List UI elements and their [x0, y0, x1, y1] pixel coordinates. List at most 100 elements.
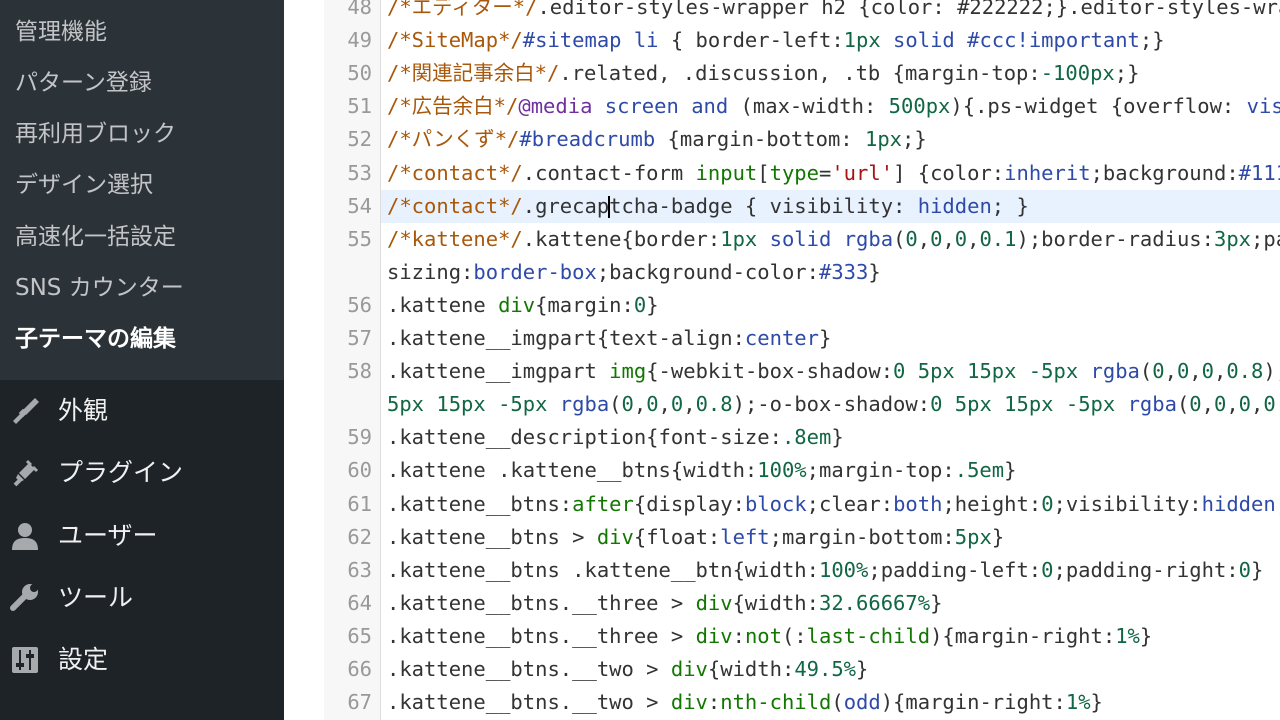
code-token: .kattene__btns .kattene__btn{width: [387, 557, 819, 582]
code-line[interactable]: .kattene__btns.__two > div{width:49.5%} [387, 653, 868, 686]
line-number: 65 [347, 623, 372, 648]
menu-item[interactable]: ユーザー [0, 508, 284, 564]
code-token: ] {color: [893, 160, 1005, 185]
code-line[interactable]: /*エディター*/.editor-styles-wrapper h2 {colo… [387, 0, 1280, 24]
code-token: div [695, 590, 733, 615]
code-token: /*関連記事余白*/ [387, 61, 560, 86]
code-line[interactable]: .kattene__btns .kattene__btn{width:100%;… [387, 554, 1263, 587]
code-line[interactable]: .kattene__imgpart{text-align:center} [387, 322, 831, 355]
code-line[interactable]: .kattene__btns > div{float:left;margin-b… [387, 521, 1004, 554]
line-number: 64 [347, 590, 372, 615]
code-token: , [1226, 392, 1239, 417]
submenu-item[interactable]: 高速化一括設定 [15, 217, 176, 257]
code-token: .kattene [387, 292, 499, 317]
code-line[interactable]: /*contact*/.contact-form input[type='url… [387, 157, 1280, 190]
line-number: 54 [347, 193, 372, 218]
code-token: = [819, 160, 832, 185]
code-token: ;background-color: [596, 259, 819, 284]
code-token: ( [1176, 392, 1190, 417]
code-token: {display: [633, 491, 745, 516]
code-token: not [744, 623, 782, 648]
code-line[interactable]: .kattene__btns.__three > div{width:32.66… [387, 587, 942, 620]
code-line[interactable]: 5px 15px -5px rgba(0,0,0,0.8);-o-box-sha… [387, 388, 1280, 421]
code-line[interactable]: /*関連記事余白*/.related, .discussion, .tb {ma… [387, 57, 1139, 90]
code-token: 0 [1201, 359, 1214, 384]
submenu-item[interactable]: 子テーマの編集 [15, 319, 176, 359]
submenu-item[interactable]: 管理機能 [15, 12, 107, 52]
code-token: );-o-box-shadow: [732, 392, 931, 417]
menu-item[interactable]: プラグイン [0, 445, 284, 501]
submenu-item[interactable]: デザイン選択 [15, 165, 153, 205]
code-line[interactable]: /*contact*/.grecaptcha-badge { visibilit… [387, 190, 1029, 223]
line-number: 57 [347, 326, 372, 350]
submenu-item[interactable]: SNS カウンター [15, 268, 184, 308]
code-token: left [720, 524, 770, 549]
code-line[interactable]: .kattene__btns:after{display:block;clear… [387, 488, 1280, 521]
code-token: 0 [930, 226, 943, 251]
menu-item[interactable]: 外観 [0, 383, 284, 439]
code-line[interactable]: /*kattene*/.kattene{border:1px solid rgb… [387, 223, 1280, 256]
code-token: 5px [954, 524, 992, 549]
code-line[interactable]: .kattene__description{font-size:.8em} [387, 421, 844, 454]
code-editor[interactable]: 48 /*エディター*/.editor-styles-wrapper h2 {co… [284, 0, 1280, 720]
code-line[interactable]: /*広告余白*/@media screen and (max-width: 50… [387, 90, 1280, 123]
code-token: ( [1139, 359, 1153, 384]
line-number: 62 [347, 524, 372, 549]
code-token: {width: [732, 590, 819, 615]
code-token: .kattene__imgpart{text-align: [387, 326, 745, 350]
code-token: .8em [781, 425, 832, 450]
code-token: rgba [1127, 392, 1177, 417]
code-token: , [1213, 359, 1227, 384]
code-line[interactable]: sizing:border-box;background-color:#333} [387, 256, 881, 289]
menu-item[interactable]: ツール [0, 570, 284, 626]
code-token: sizing: [387, 259, 474, 284]
code-token: , [1251, 392, 1264, 417]
code-token: } [1139, 623, 1153, 648]
menu-item-label: 設定 [58, 645, 109, 674]
submenu-item[interactable]: パターン登録 [15, 63, 152, 103]
code-token: rgba [843, 226, 894, 251]
code-token: #sitemap li [522, 28, 659, 53]
menu-item-label: 外観 [58, 396, 109, 425]
code-token: div [596, 524, 634, 549]
code-line[interactable]: /*パンくず*/#breadcrumb {margin-bottom: 1px;… [387, 123, 927, 156]
code-token: , [633, 392, 647, 417]
code-line[interactable]: .kattene__btns.__three > div:not(:last-c… [387, 620, 1152, 653]
code-token: );border-radius: [1016, 226, 1214, 251]
code-token: 0 [1041, 491, 1054, 516]
code-token: ){margin-right: [930, 623, 1116, 648]
code-line[interactable]: .kattene__btns.__two > div:nth-child(odd… [387, 686, 1103, 719]
menu-item[interactable]: 設定 [0, 632, 284, 688]
line-number: 50 [347, 61, 372, 86]
code-token: ;margin-top: [806, 458, 955, 483]
code-token: 0 [621, 392, 634, 417]
line-number: 60 [347, 458, 372, 483]
code-token: .kattene__btns.__two > [387, 690, 671, 715]
code-token: 1px [865, 127, 903, 152]
code-token: } [991, 524, 1005, 549]
code-line[interactable]: .kattene .kattene__btns{width:100%;margi… [387, 454, 1016, 487]
code-token: ( [893, 226, 906, 251]
code-token: /*広告余白*/ [387, 94, 519, 119]
code-token: ;visibility: [1053, 491, 1202, 516]
code-token: /*kattene*/ [387, 226, 523, 251]
code-token: 0 [1041, 557, 1054, 582]
code-token: .kattene__btns.__three > [387, 623, 696, 648]
code-line[interactable]: .kattene div{margin:0} [387, 289, 659, 322]
code-line[interactable]: /*SiteMap*/#sitemap li { border-left:1px… [387, 24, 1165, 57]
code-token: /*パンくず*/ [387, 127, 520, 152]
admin-sidebar: 管理機能パターン登録 再利用ブロック デザイン選択 高速化一括設定 SNS カウンター子… [0, 0, 284, 720]
menu-item-label: ユーザー [58, 521, 158, 550]
code-token: 0 [1213, 392, 1227, 417]
code-token: block [744, 491, 807, 516]
code-token: {float: [633, 524, 721, 549]
code-token: div [498, 292, 536, 317]
submenu-item[interactable]: 再利用ブロック [15, 114, 176, 154]
code-token: .kattene .kattene__btns{width: [387, 458, 758, 483]
code-token: {margin: [535, 292, 634, 317]
code-line[interactable]: .kattene__imgpart img{-webkit-box-shadow… [387, 355, 1280, 388]
code-token: {-webkit-box-shadow: [646, 359, 894, 384]
